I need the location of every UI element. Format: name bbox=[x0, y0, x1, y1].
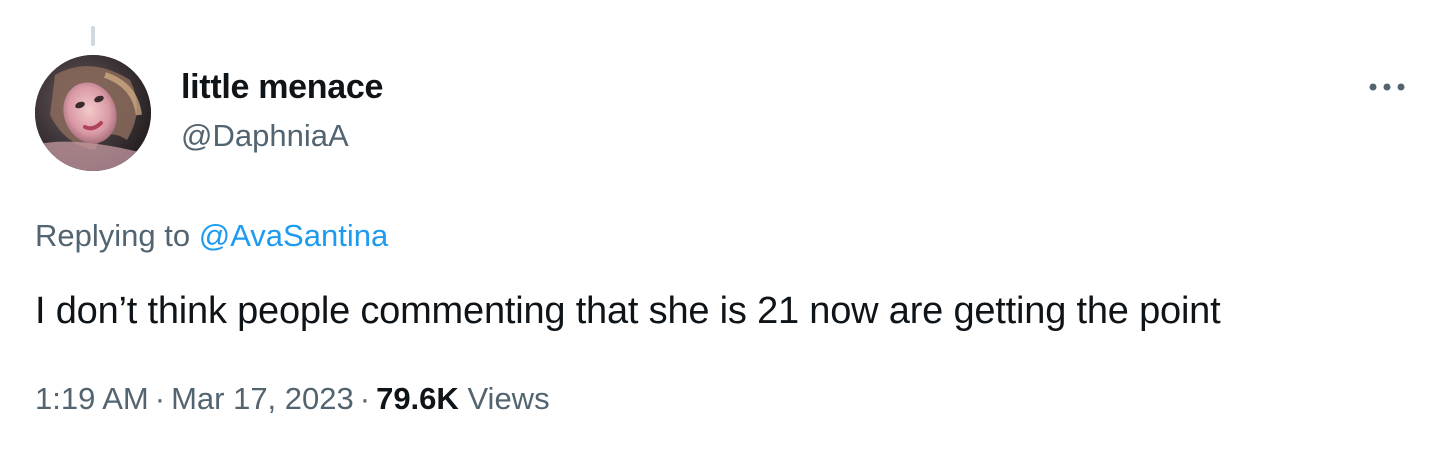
thread-connector-line bbox=[91, 26, 95, 46]
replying-to-label: Replying to bbox=[35, 218, 199, 253]
tweet-text: I don’t think people commenting that she… bbox=[35, 290, 1221, 332]
replying-to-line: Replying to @AvaSantina bbox=[35, 218, 388, 254]
views-count[interactable]: 79.6K bbox=[376, 381, 459, 416]
tweet-time[interactable]: 1:19 AM bbox=[35, 381, 149, 416]
author-handle[interactable]: @DaphniaA bbox=[181, 118, 349, 154]
tweet-date[interactable]: Mar 17, 2023 bbox=[171, 381, 354, 416]
views-label: Views bbox=[467, 381, 550, 416]
tweet-metadata: 1:19 AM · Mar 17, 2023 · 79.6K Views bbox=[35, 381, 550, 417]
author-display-name[interactable]: little menace bbox=[181, 68, 383, 107]
meta-separator: · bbox=[154, 381, 166, 416]
avatar[interactable] bbox=[35, 55, 151, 171]
more-options-button[interactable] bbox=[1362, 72, 1412, 102]
reply-mention-link[interactable]: @AvaSantina bbox=[199, 218, 388, 253]
meta-separator: · bbox=[359, 381, 371, 416]
more-horizontal-icon bbox=[1369, 83, 1405, 91]
avatar-image bbox=[35, 55, 151, 171]
